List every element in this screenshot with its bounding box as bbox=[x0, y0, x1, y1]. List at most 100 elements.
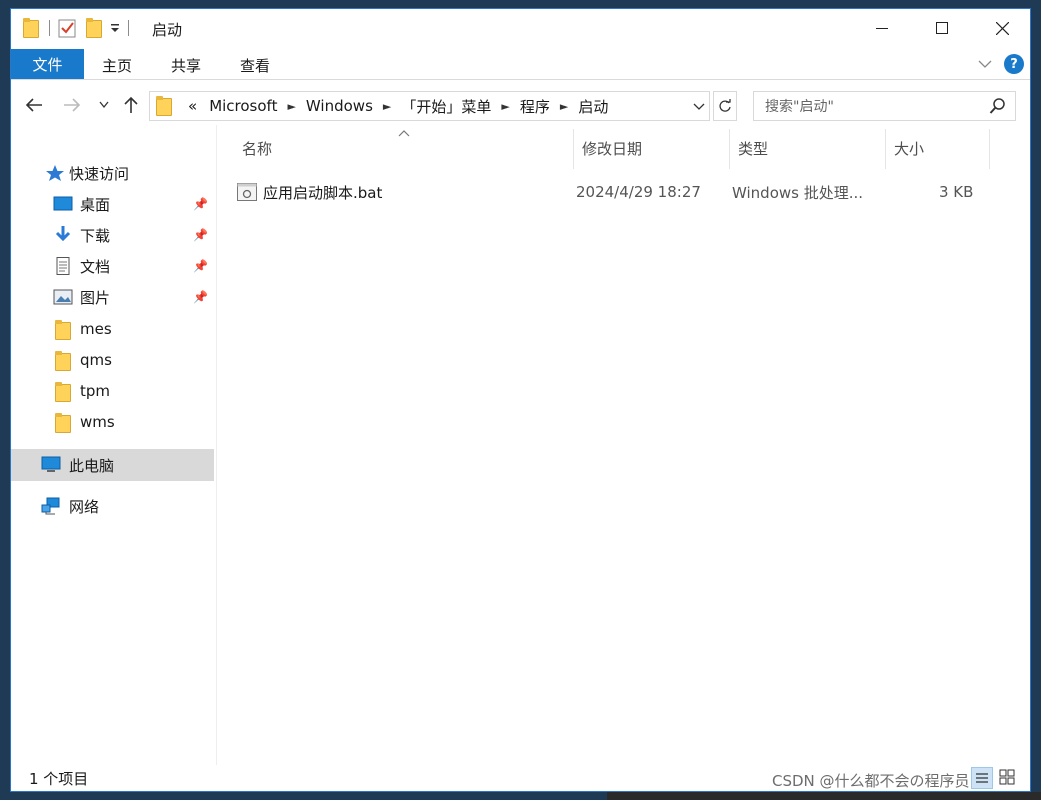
chevron-right-icon[interactable]: ► bbox=[379, 100, 395, 113]
new-folder-icon[interactable] bbox=[86, 18, 102, 38]
column-header-size[interactable]: 大小 bbox=[894, 138, 924, 159]
toolbar-separator bbox=[128, 20, 129, 36]
nav-label: mes bbox=[80, 320, 112, 338]
minimize-icon bbox=[876, 28, 888, 29]
title-bar: 启动 bbox=[11, 9, 1030, 47]
tab-view[interactable]: 查看 bbox=[240, 55, 270, 76]
nav-item-desktop[interactable]: 桌面 📌 bbox=[11, 189, 214, 219]
search-box[interactable] bbox=[753, 91, 1016, 121]
details-view-icon bbox=[976, 773, 988, 783]
nav-item-tpm[interactable]: tpm bbox=[11, 376, 214, 406]
nav-item-qms[interactable]: qms bbox=[11, 345, 214, 375]
nav-label: 网络 bbox=[69, 497, 100, 516]
forward-arrow-icon[interactable] bbox=[63, 97, 81, 113]
taskbar-strip bbox=[607, 792, 1041, 800]
tab-share[interactable]: 共享 bbox=[171, 55, 201, 76]
refresh-icon bbox=[719, 99, 731, 112]
breadcrumb-startup[interactable]: 启动 bbox=[572, 96, 614, 117]
tab-home[interactable]: 主页 bbox=[102, 55, 132, 76]
nav-label: 图片 bbox=[80, 288, 111, 307]
watermark: CSDN @什么都不会の程序员 bbox=[772, 772, 970, 790]
chevron-right-icon[interactable]: ► bbox=[556, 100, 572, 113]
chevron-right-icon[interactable]: ► bbox=[497, 100, 513, 113]
window-title: 启动 bbox=[152, 21, 183, 39]
customize-toolbar-icon[interactable] bbox=[110, 22, 120, 34]
column-divider[interactable] bbox=[989, 129, 990, 169]
folder-icon bbox=[55, 382, 75, 402]
column-divider[interactable] bbox=[885, 129, 886, 169]
column-divider[interactable] bbox=[729, 129, 730, 169]
refresh-button[interactable] bbox=[713, 91, 737, 121]
nav-item-documents[interactable]: 文档 📌 bbox=[11, 251, 214, 281]
folder-icon bbox=[156, 96, 172, 116]
file-name: 应用启动脚本.bat bbox=[263, 183, 383, 202]
nav-item-mes[interactable]: mes bbox=[11, 314, 214, 344]
expand-ribbon-icon[interactable] bbox=[978, 59, 992, 69]
chevron-right-icon[interactable]: ► bbox=[283, 100, 299, 113]
up-arrow-icon[interactable] bbox=[123, 96, 139, 114]
pin-icon[interactable]: 📌 bbox=[193, 228, 208, 242]
maximize-icon bbox=[936, 22, 948, 34]
toolbar-separator bbox=[49, 20, 50, 36]
folder-icon bbox=[55, 320, 75, 340]
star-icon bbox=[46, 165, 64, 181]
minimize-button[interactable] bbox=[852, 9, 912, 47]
computer-icon bbox=[41, 456, 61, 472]
search-input[interactable] bbox=[755, 93, 987, 121]
breadcrumb-windows[interactable]: Windows bbox=[300, 97, 379, 115]
breadcrumb-programs[interactable]: 程序 bbox=[514, 96, 556, 117]
nav-quick-access[interactable]: 快速访问 bbox=[11, 158, 214, 188]
nav-label: qms bbox=[80, 351, 112, 369]
file-list: 名称 修改日期 类型 大小 应用启动脚本.bat 2024/4/29 18:27… bbox=[217, 125, 1030, 765]
address-bar[interactable]: « Microsoft ► Windows ► 「开始」菜单 ► 程序 ► 启动 bbox=[149, 91, 710, 121]
back-arrow-icon[interactable] bbox=[25, 97, 43, 113]
pictures-icon bbox=[53, 289, 73, 305]
nav-network[interactable]: 网络 bbox=[11, 491, 214, 521]
ribbon-tabs: 文件 主页 共享 查看 ? bbox=[11, 49, 1030, 80]
nav-label: tpm bbox=[80, 382, 111, 400]
nav-label: 快速访问 bbox=[69, 164, 130, 183]
file-type: Windows 批处理... bbox=[732, 183, 864, 202]
item-count: 1 个项目 bbox=[29, 770, 89, 788]
folder-icon bbox=[55, 351, 75, 371]
breadcrumb: « Microsoft ► Windows ► 「开始」菜单 ► 程序 ► 启动 bbox=[182, 96, 614, 117]
properties-icon[interactable] bbox=[58, 18, 76, 38]
table-row[interactable]: 应用启动脚本.bat 2024/4/29 18:27 Windows 批处理..… bbox=[237, 177, 997, 207]
search-icon[interactable] bbox=[989, 97, 1007, 115]
column-header-name[interactable]: 名称 bbox=[242, 138, 272, 159]
pin-icon[interactable]: 📌 bbox=[193, 259, 208, 273]
nav-this-pc[interactable]: 此电脑 bbox=[11, 449, 214, 481]
help-icon[interactable]: ? bbox=[1004, 54, 1024, 74]
column-divider[interactable] bbox=[573, 129, 574, 169]
close-button[interactable] bbox=[972, 9, 1032, 47]
large-icons-view-button[interactable] bbox=[997, 767, 1019, 789]
sort-ascending-icon bbox=[398, 130, 410, 137]
pin-icon[interactable]: 📌 bbox=[193, 290, 208, 304]
recent-locations-chevron-icon[interactable] bbox=[99, 101, 109, 109]
batch-file-icon bbox=[237, 183, 257, 201]
breadcrumb-start-menu[interactable]: 「开始」菜单 bbox=[395, 96, 497, 117]
desktop-icon bbox=[53, 196, 73, 211]
details-view-button[interactable] bbox=[971, 767, 993, 789]
pin-icon[interactable]: 📌 bbox=[193, 197, 208, 211]
breadcrumb-microsoft[interactable]: Microsoft bbox=[203, 97, 283, 115]
maximize-button[interactable] bbox=[912, 9, 972, 47]
column-header-modified[interactable]: 修改日期 bbox=[582, 138, 642, 159]
folder-icon bbox=[23, 18, 39, 38]
nav-label: wms bbox=[80, 413, 115, 431]
column-header-type[interactable]: 类型 bbox=[738, 138, 768, 159]
nav-item-wms[interactable]: wms bbox=[11, 407, 214, 437]
nav-label: 此电脑 bbox=[69, 456, 115, 475]
breadcrumb-overflow[interactable]: « bbox=[182, 97, 203, 115]
navigation-bar: « Microsoft ► Windows ► 「开始」菜单 ► 程序 ► 启动 bbox=[11, 89, 1030, 123]
quick-access-toolbar bbox=[23, 18, 129, 38]
nav-item-downloads[interactable]: 下载 📌 bbox=[11, 220, 214, 250]
folder-icon bbox=[55, 413, 75, 433]
download-icon bbox=[55, 226, 71, 242]
document-icon bbox=[56, 257, 70, 275]
address-dropdown-icon[interactable] bbox=[693, 103, 705, 111]
nav-item-pictures[interactable]: 图片 📌 bbox=[11, 282, 214, 312]
tab-file[interactable]: 文件 bbox=[11, 49, 84, 79]
navigation-pane: 快速访问 桌面 📌 下载 📌 文档 📌 图片 📌 mes qms tpm wms… bbox=[11, 125, 215, 765]
explorer-window: 启动 文件 主页 共享 查看 ? « Microsoft ► Windows ►… bbox=[10, 8, 1031, 792]
